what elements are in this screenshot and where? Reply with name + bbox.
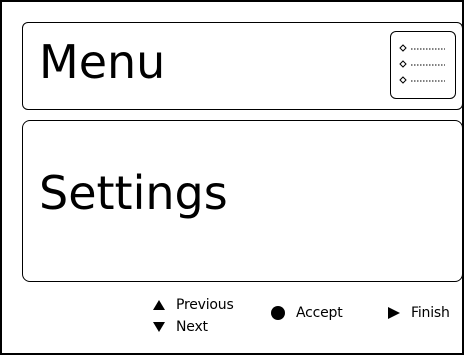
settings-panel[interactable]: Settings bbox=[22, 120, 463, 282]
triangle-down-icon bbox=[153, 322, 165, 332]
settings-title: Settings bbox=[39, 166, 228, 220]
next-label: Next bbox=[176, 319, 208, 335]
circle-icon bbox=[271, 306, 285, 320]
menu-title: Menu bbox=[39, 35, 166, 89]
finish-hint[interactable]: Finish bbox=[387, 305, 450, 321]
accept-hint[interactable]: Accept bbox=[270, 305, 343, 321]
next-hint[interactable]: Next bbox=[152, 316, 234, 338]
list-icon[interactable] bbox=[390, 31, 456, 99]
nav-hint: Previous Next bbox=[152, 294, 234, 338]
screen-frame: Menu Settings Previous Next Accept Finis… bbox=[0, 0, 464, 355]
previous-label: Previous bbox=[176, 297, 234, 313]
finish-label: Finish bbox=[411, 305, 450, 321]
footer-hints: Previous Next Accept Finish bbox=[2, 290, 464, 350]
previous-hint[interactable]: Previous bbox=[152, 294, 234, 316]
triangle-up-icon bbox=[153, 300, 165, 310]
accept-label: Accept bbox=[296, 305, 343, 321]
triangle-right-icon bbox=[388, 307, 400, 319]
menu-header: Menu bbox=[22, 22, 463, 110]
